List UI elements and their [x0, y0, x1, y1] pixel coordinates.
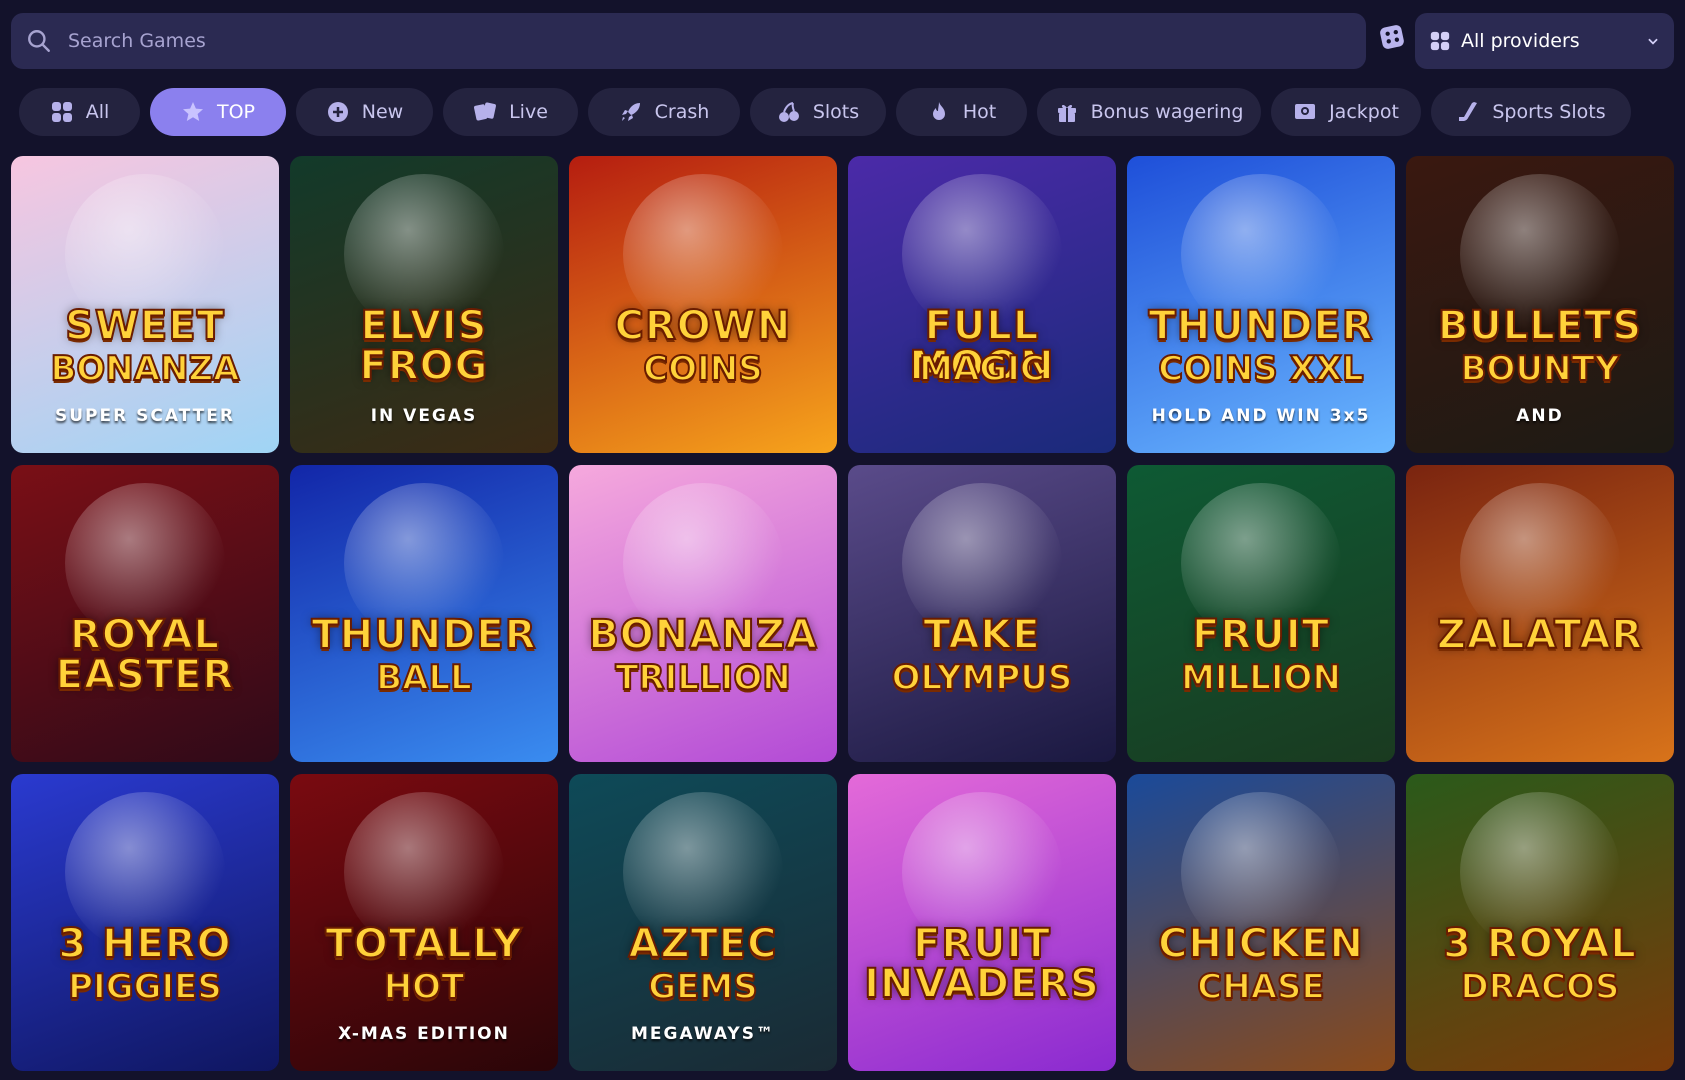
cherries-icon [778, 102, 799, 122]
tab-new[interactable]: New [296, 88, 433, 136]
game-title-line2: DRACOS [1459, 967, 1620, 1007]
game-title-line1: TAKE [922, 612, 1041, 658]
game-title-line1: ZALATAR [1436, 612, 1644, 658]
game-title-line2: BOUNTY [1460, 349, 1621, 389]
game-tile[interactable]: ELVIS FROG IN VEGAS [290, 156, 558, 453]
plus-circle-icon [327, 102, 348, 122]
game-title-line1: BULLETS [1437, 303, 1643, 349]
tab-label: Sports Slots [1492, 101, 1606, 123]
tab-crash[interactable]: Crash [588, 88, 740, 136]
game-title-line3: X-MAS EDITION [338, 1024, 510, 1044]
tab-slots[interactable]: Slots [750, 88, 886, 136]
game-tile[interactable]: THUNDER BALL [290, 465, 558, 762]
game-tile[interactable]: TAKE OLYMPUS [848, 465, 1116, 762]
search-bar[interactable] [11, 13, 1366, 69]
game-tile[interactable]: FRUIT INVADERS [848, 774, 1116, 1071]
hockey-icon [1459, 102, 1478, 121]
tab-label: Crash [654, 101, 710, 123]
cards-icon [474, 102, 497, 121]
tab-label: Bonus wagering [1090, 101, 1244, 123]
game-title-line3: SUPER SCATTER [55, 406, 235, 426]
providers-label: All providers [1461, 30, 1580, 52]
game-title-line3: MEGAWAYS™ [631, 1024, 775, 1044]
tab-label: All [85, 101, 110, 123]
game-title-line1: ROYAL EASTER [55, 612, 235, 698]
game-title-line2: BONANZA [49, 349, 240, 389]
game-tile[interactable]: 3 HERO PIGGIES [11, 774, 279, 1071]
game-title-line1: FRUIT INVADERS [863, 921, 1100, 1007]
game-title-line1: ELVIS FROG [359, 303, 489, 389]
game-title-line2: COINS [642, 349, 763, 389]
tab-sports-slots[interactable]: Sports Slots [1431, 88, 1631, 136]
game-title-line3: HOLD AND WIN 3x5 [1151, 406, 1371, 426]
chevron-down-icon [1648, 38, 1658, 45]
game-tile[interactable]: SWEET BONANZA SUPER SCATTER [11, 156, 279, 453]
tab-label: Jackpot [1329, 101, 1399, 123]
game-title-line2: PIGGIES [67, 967, 223, 1007]
game-title-line1: TOTALLY [324, 921, 523, 967]
star-icon [182, 102, 203, 121]
game-tile[interactable]: CROWN COINS [569, 156, 837, 453]
game-tile[interactable]: THUNDER COINS XXL HOLD AND WIN 3x5 [1127, 156, 1395, 453]
game-tile[interactable]: 3 ROYAL DRACOS [1406, 774, 1674, 1071]
grid-icon [1430, 31, 1450, 51]
tab-label: Live [509, 101, 548, 123]
game-title-line2: CHASE [1196, 967, 1325, 1007]
game-title-line2: MILLION [1180, 658, 1342, 698]
game-title-line1: BONANZA [587, 612, 818, 658]
game-title-line2: BALL [375, 658, 473, 698]
tab-hot[interactable]: Hot [896, 88, 1027, 136]
game-title-line2: COINS XXL [1157, 349, 1364, 389]
game-title-line1: CHICKEN [1157, 921, 1364, 967]
tab-jackpot[interactable]: Jackpot [1271, 88, 1421, 136]
providers-dropdown[interactable]: All providers [1415, 13, 1674, 69]
game-title-line1: THUNDER [310, 612, 537, 658]
game-title-line1: CROWN [614, 303, 792, 349]
gift-icon [1057, 104, 1076, 122]
game-tile[interactable]: BULLETS BOUNTY AND [1406, 156, 1674, 453]
game-tile[interactable]: BONANZA TRILLION [569, 465, 837, 762]
game-title-line2: GEMS [647, 967, 758, 1007]
search-input[interactable] [66, 29, 1366, 53]
tab-label: TOP [216, 101, 256, 123]
game-title-line1: FRUIT [1191, 612, 1330, 658]
category-tabs: All TOP New Live Crash Slots Hot Bonus w… [19, 88, 1685, 136]
game-title-line2: HOT [383, 967, 466, 1007]
tab-all[interactable]: All [19, 88, 140, 136]
game-title-line1: 3 ROYAL [1442, 921, 1637, 967]
game-tile[interactable]: FRUIT MILLION [1127, 465, 1395, 762]
game-title-line2: OLYMPUS [891, 658, 1074, 698]
game-tile[interactable]: CHICKEN CHASE [1127, 774, 1395, 1071]
tab-live[interactable]: Live [443, 88, 578, 136]
game-title-line2: TRILLION [614, 658, 791, 698]
tab-label: New [361, 101, 404, 123]
game-title-line3: IN VEGAS [370, 406, 478, 426]
game-tile[interactable]: ROYAL EASTER [11, 465, 279, 762]
game-tile[interactable]: FULL MOON MAGIC [848, 156, 1116, 453]
jackpot-icon [1295, 104, 1316, 119]
game-title-line1: AZTEC [628, 921, 778, 967]
game-title-line1: SWEET [64, 303, 225, 349]
grid-icon [51, 102, 72, 122]
game-title-line2: MAGIC [918, 349, 1046, 389]
game-tile[interactable]: AZTEC GEMS MEGAWAYS™ [569, 774, 837, 1071]
game-title-line3: AND [1516, 406, 1564, 426]
rocket-icon [621, 103, 640, 121]
flame-icon [932, 102, 945, 120]
tab-label: Slots [812, 101, 860, 123]
tab-top[interactable]: TOP [150, 88, 286, 136]
game-tile[interactable]: ZALATAR [1406, 465, 1674, 762]
game-tile[interactable]: TOTALLY HOT X-MAS EDITION [290, 774, 558, 1071]
random-game-dice-icon[interactable] [1379, 24, 1405, 50]
game-title-line1: THUNDER [1147, 303, 1374, 349]
tab-bonus-wagering[interactable]: Bonus wagering [1037, 88, 1261, 136]
game-title-line1: 3 HERO [57, 921, 232, 967]
tab-label: Hot [962, 101, 997, 123]
search-icon [28, 30, 50, 52]
